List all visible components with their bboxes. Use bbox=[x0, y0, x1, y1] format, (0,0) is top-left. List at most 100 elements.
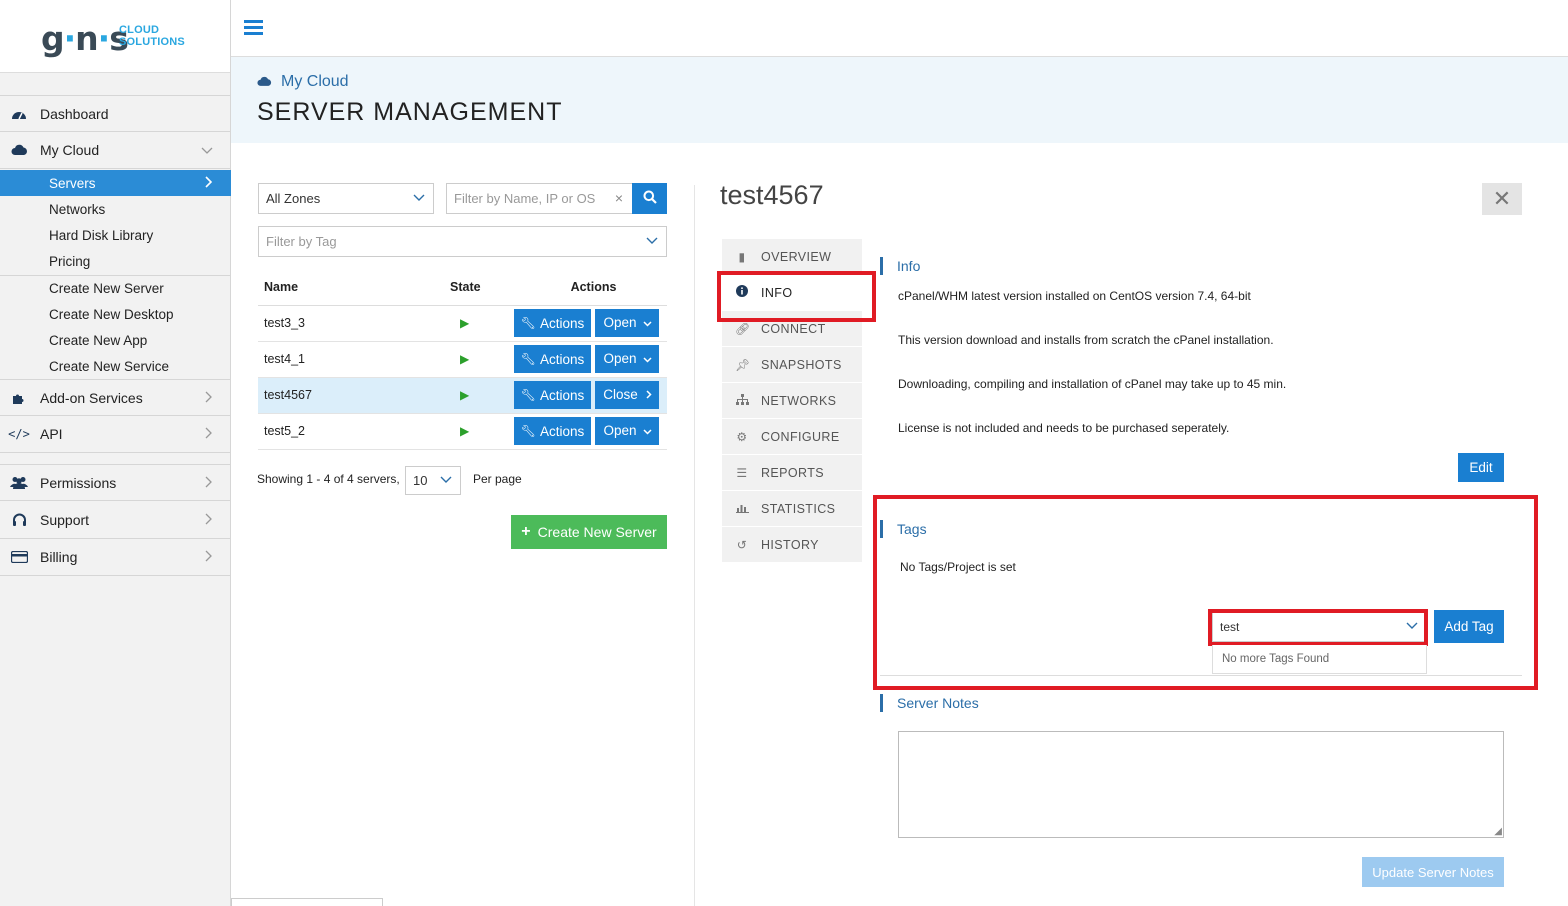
tab-configure[interactable]: ⚙ CONFIGURE bbox=[722, 419, 862, 455]
running-icon: ▶ bbox=[460, 352, 470, 366]
sidebar-item-create-new-desktop[interactable]: Create New Desktop bbox=[0, 301, 231, 327]
actions-button[interactable]: 🔧︎ Actions bbox=[514, 345, 591, 374]
edit-button[interactable]: Edit bbox=[1458, 453, 1504, 482]
sidebar-item-networks[interactable]: Networks bbox=[0, 196, 231, 222]
sidebar-item-pricing[interactable]: Pricing bbox=[0, 248, 231, 274]
divider bbox=[880, 675, 1522, 676]
sidebar-item-create-new-server[interactable]: Create New Server bbox=[0, 275, 231, 301]
sidebar-item-api[interactable]: </> API bbox=[0, 416, 231, 453]
sitemap-icon bbox=[735, 393, 749, 408]
history-icon: ↺ bbox=[736, 537, 748, 552]
bottom-panel-tab[interactable] bbox=[231, 898, 383, 906]
highlight-box bbox=[1208, 609, 1428, 646]
info-line: License is not included and needs to be … bbox=[898, 421, 1230, 435]
sidebar: g·n·s CLOUD SOLUTIONS Dashboard My Cloud … bbox=[0, 0, 231, 906]
actions-button[interactable]: 🔧︎ Actions bbox=[514, 417, 591, 446]
actions-button[interactable]: 🔧︎ Actions bbox=[514, 381, 591, 410]
add-tag-button[interactable]: Add Tag bbox=[1434, 610, 1504, 643]
wrench-icon: 🔧︎ bbox=[520, 424, 536, 439]
chevron-right-icon bbox=[205, 475, 213, 491]
close-icon: ✕ bbox=[1492, 186, 1512, 211]
running-icon: ▶ bbox=[460, 388, 470, 402]
server-name[interactable]: test4_1 bbox=[258, 341, 444, 378]
server-notes-textarea[interactable]: ◢ bbox=[898, 731, 1504, 838]
server-notes-title: Server Notes bbox=[880, 694, 979, 712]
server-name[interactable]: test3_3 bbox=[258, 305, 444, 342]
update-server-notes-button[interactable]: Update Server Notes bbox=[1362, 857, 1504, 887]
running-icon: ▶ bbox=[460, 316, 470, 330]
info-line: cPanel/WHM latest version installed on C… bbox=[898, 289, 1251, 303]
search-button[interactable] bbox=[632, 183, 667, 214]
sidebar-item-create-new-app[interactable]: Create New App bbox=[0, 327, 231, 353]
sidebar-item-dashboard[interactable]: Dashboard bbox=[0, 95, 231, 132]
search-input[interactable]: Filter by Name, IP or OS × bbox=[446, 183, 633, 214]
tab-networks[interactable]: NETWORKS bbox=[722, 383, 862, 419]
chevron-down-icon bbox=[201, 142, 213, 158]
actions-button[interactable]: 🔧︎ Actions bbox=[514, 309, 591, 338]
tags-title: Tags bbox=[880, 520, 927, 538]
column-header: State bbox=[444, 270, 514, 306]
sidebar-item-add-on-services[interactable]: Add-on Services bbox=[0, 379, 231, 416]
tab-overview[interactable]: ▮ OVERVIEW bbox=[722, 239, 862, 275]
info-line: Downloading, compiling and installation … bbox=[898, 377, 1287, 391]
link-icon: 🔗︎ bbox=[735, 321, 751, 336]
tab-statistics[interactable]: STATISTICS bbox=[722, 491, 862, 527]
chevron-down-icon bbox=[642, 315, 652, 330]
zone-select[interactable]: All Zones bbox=[258, 183, 434, 214]
chevron-down-icon bbox=[440, 473, 452, 487]
chevron-right-icon bbox=[205, 512, 213, 528]
tab-reports[interactable]: ☰ REPORTS bbox=[722, 455, 862, 491]
sidebar-item-hard-disk-library[interactable]: Hard Disk Library bbox=[0, 222, 231, 248]
open-button[interactable]: Open bbox=[595, 344, 660, 373]
tab-history[interactable]: ↺ HISTORY bbox=[722, 527, 862, 563]
close-button[interactable]: Close bbox=[595, 380, 660, 409]
sidebar-item-my-cloud[interactable]: My Cloud bbox=[0, 132, 231, 169]
info-title: Info bbox=[880, 257, 920, 275]
chevron-right-icon bbox=[205, 175, 213, 192]
sidebar-item-servers[interactable]: Servers bbox=[0, 170, 231, 196]
list-icon: ☰ bbox=[736, 465, 748, 480]
sidebar-item-permissions[interactable]: Permissions bbox=[0, 464, 231, 501]
running-icon: ▶ bbox=[460, 424, 470, 438]
menu-icon[interactable] bbox=[244, 20, 263, 35]
sidebar-item-support[interactable]: Support bbox=[0, 502, 231, 539]
close-panel-button[interactable]: ✕ bbox=[1482, 183, 1522, 215]
sidebar-item-billing[interactable]: Billing bbox=[0, 539, 231, 576]
divider bbox=[694, 185, 695, 906]
tag-filter-select[interactable]: Filter by Tag bbox=[258, 226, 667, 257]
tab-snapshots[interactable]: 📌︎ SNAPSHOTS bbox=[722, 347, 862, 383]
page-header: My Cloud SERVER MANAGEMENT bbox=[231, 57, 1568, 143]
server-name[interactable]: test4567 bbox=[258, 377, 444, 414]
bar-chart-icon bbox=[735, 502, 749, 516]
logo[interactable]: g·n·s CLOUD SOLUTIONS bbox=[0, 0, 230, 73]
resize-handle-icon[interactable]: ◢ bbox=[1494, 826, 1502, 837]
sidebar-item-create-new-service[interactable]: Create New Service bbox=[0, 353, 231, 379]
clear-icon[interactable]: × bbox=[615, 190, 623, 206]
dashboard-icon bbox=[10, 107, 28, 121]
info-line: This version download and installs from … bbox=[898, 333, 1274, 347]
users-icon bbox=[10, 476, 28, 490]
tags-empty-text: No Tags/Project is set bbox=[900, 560, 1016, 574]
chevron-right-icon bbox=[205, 390, 213, 406]
table-row[interactable]: test4_1 ▶ 🔧︎ Actions Open bbox=[258, 341, 667, 378]
gears-icon: ⚙ bbox=[736, 429, 748, 444]
server-table: Name State Actions test3_3 ▶ 🔧︎ Actions O… bbox=[258, 270, 667, 450]
chevron-right-icon bbox=[205, 426, 213, 442]
table-row[interactable]: test4567 ▶ 🔧︎ Actions Close bbox=[258, 377, 667, 414]
headset-icon bbox=[10, 513, 28, 527]
column-header: Actions bbox=[514, 270, 667, 306]
pin-icon: 📌︎ bbox=[735, 357, 751, 372]
table-row[interactable]: test5_2 ▶ 🔧︎ Actions Open bbox=[258, 413, 667, 450]
create-new-server-button[interactable]: + Create New Server bbox=[511, 515, 667, 549]
open-button[interactable]: Open bbox=[595, 416, 660, 445]
puzzle-icon bbox=[10, 391, 28, 405]
top-bar bbox=[231, 0, 1568, 57]
wrench-icon: 🔧︎ bbox=[520, 352, 536, 367]
highlight-box bbox=[717, 271, 876, 322]
search-icon bbox=[643, 190, 657, 207]
server-name[interactable]: test5_2 bbox=[258, 413, 444, 450]
per-page-select[interactable]: 10 bbox=[405, 466, 461, 495]
breadcrumb[interactable]: My Cloud bbox=[257, 73, 349, 91]
open-button[interactable]: Open bbox=[595, 308, 660, 337]
table-row[interactable]: test3_3 ▶ 🔧︎ Actions Open bbox=[258, 305, 667, 342]
